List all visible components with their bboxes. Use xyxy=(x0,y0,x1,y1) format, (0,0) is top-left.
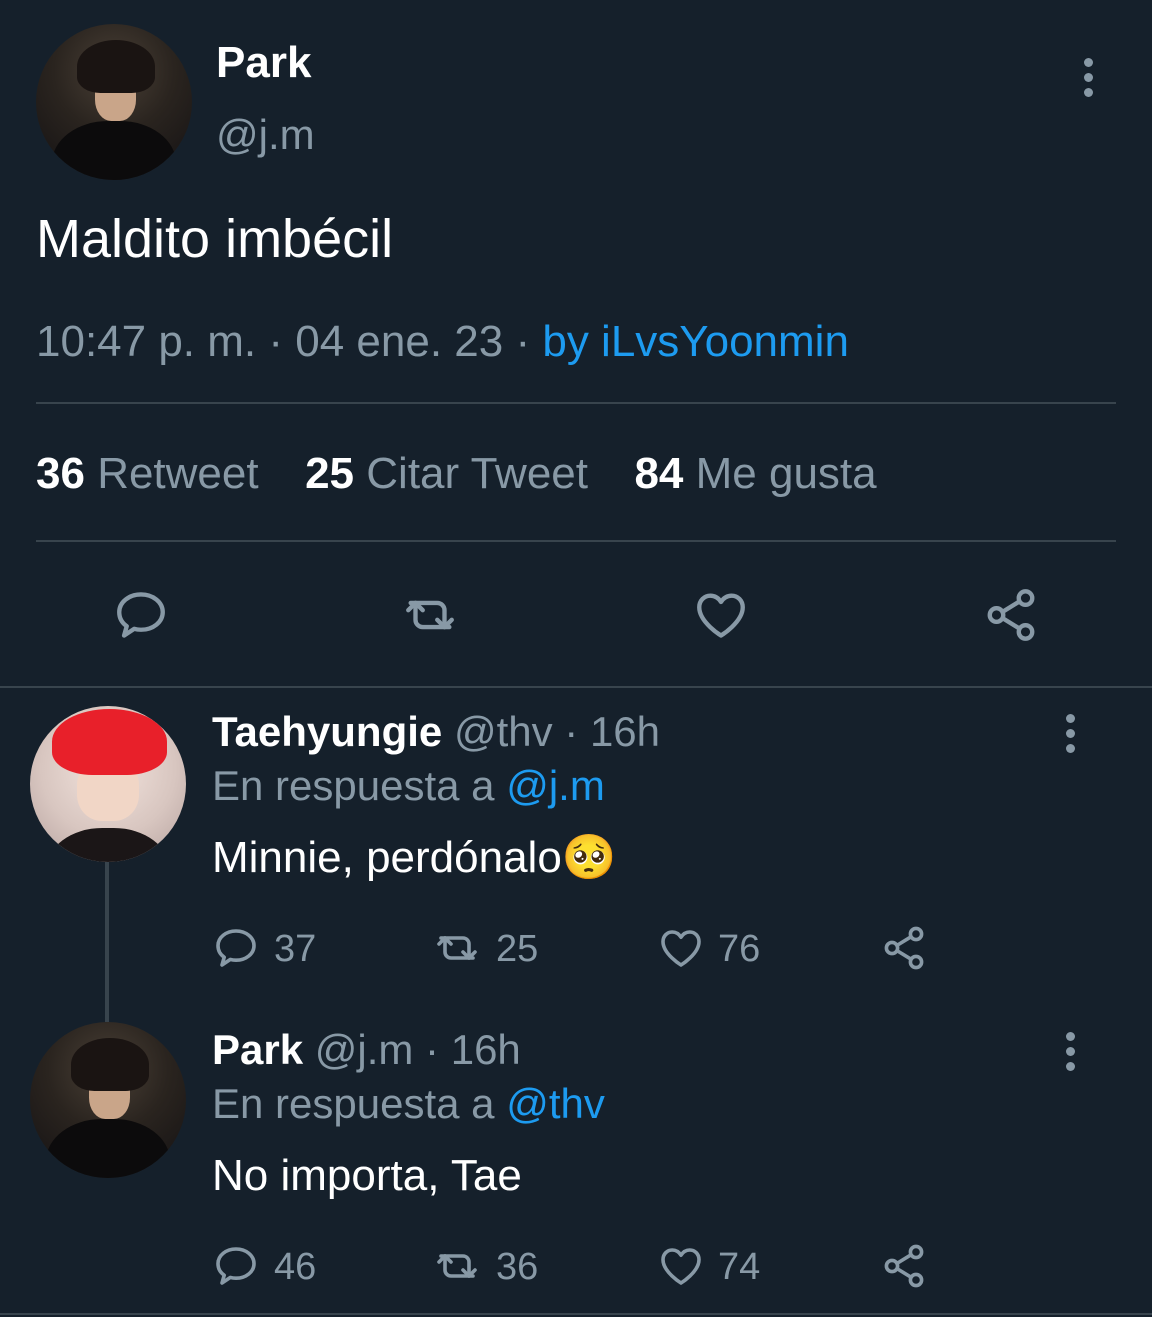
reply-count: 46 xyxy=(274,1246,317,1288)
divider xyxy=(36,540,1116,542)
separator: · xyxy=(268,317,284,366)
more-options-icon[interactable] xyxy=(1084,58,1094,103)
display-name[interactable]: Taehyungie xyxy=(212,708,442,755)
quotes-label: Citar Tweet xyxy=(366,449,588,498)
separator: · xyxy=(425,1026,440,1073)
reply-text: No importa, Tae xyxy=(212,1151,522,1200)
display-name[interactable]: Park xyxy=(212,1026,303,1073)
likes-count: 84 xyxy=(634,449,684,498)
retweets-count: 36 xyxy=(36,449,85,498)
tweet-text: Maldito imbécil xyxy=(36,209,394,269)
separator: · xyxy=(515,317,531,366)
more-options-icon[interactable] xyxy=(1066,1032,1076,1077)
reply-text: Minnie, perdónalo🥺 xyxy=(212,830,617,886)
reply-text-body: Minnie, perdónalo xyxy=(212,833,562,882)
like-count: 74 xyxy=(718,1246,761,1288)
pleading-face-emoji: 🥺 xyxy=(561,833,617,882)
like-icon[interactable] xyxy=(656,924,706,972)
divider xyxy=(0,686,1152,688)
source-link[interactable]: by iLvsYoonmin xyxy=(542,317,849,366)
reply-prefix: En respuesta a xyxy=(212,1080,495,1127)
timestamp[interactable]: 16h xyxy=(451,1026,521,1073)
timestamp[interactable]: 16h xyxy=(590,708,660,755)
quotes-count: 25 xyxy=(305,449,355,498)
handle[interactable]: @j.m xyxy=(315,1026,414,1073)
retweets-stat[interactable]: 36 Retweet xyxy=(36,449,271,498)
tweet-stats: 36 Retweet 25 Citar Tweet 84 Me gusta xyxy=(36,446,877,502)
reply-count: 37 xyxy=(274,928,317,970)
like-icon[interactable] xyxy=(656,1242,706,1290)
reply-context: En respuesta a @thv xyxy=(212,1078,605,1130)
share-icon[interactable] xyxy=(880,924,928,972)
reply-icon[interactable] xyxy=(112,586,170,644)
reply-icon[interactable] xyxy=(212,1242,260,1290)
share-icon[interactable] xyxy=(982,586,1040,644)
retweet-icon[interactable] xyxy=(430,1242,484,1290)
display-name[interactable]: Park xyxy=(216,38,311,88)
retweets-label: Retweet xyxy=(97,449,259,498)
tweet-time: 10:47 p. m. xyxy=(36,317,257,366)
avatar[interactable] xyxy=(30,706,186,862)
divider xyxy=(36,402,1116,404)
reply-icon[interactable] xyxy=(212,924,260,972)
divider xyxy=(0,1313,1152,1315)
handle[interactable]: @thv xyxy=(454,708,553,755)
reply-to-link[interactable]: @j.m xyxy=(506,762,605,809)
avatar[interactable] xyxy=(36,24,192,180)
share-icon[interactable] xyxy=(880,1242,928,1290)
reply-context: En respuesta a @j.m xyxy=(212,760,605,812)
like-count: 76 xyxy=(718,928,761,970)
like-icon[interactable] xyxy=(692,586,750,644)
thread-line xyxy=(105,862,109,1022)
retweet-count: 25 xyxy=(496,928,539,970)
tweet-date: 04 ene. 23 xyxy=(295,317,504,366)
quotes-stat[interactable]: 25 Citar Tweet xyxy=(305,449,600,498)
reply-prefix: En respuesta a xyxy=(212,762,495,809)
tweet-meta: 10:47 p. m. · 04 ene. 23 · by iLvsYoonmi… xyxy=(36,314,849,370)
retweet-count: 36 xyxy=(496,1246,539,1288)
likes-stat[interactable]: 84 Me gusta xyxy=(634,449,876,498)
handle[interactable]: @j.m xyxy=(216,110,315,160)
reply-header: Taehyungie @thv · 16h xyxy=(212,706,660,758)
separator: · xyxy=(564,708,579,755)
reply-header: Park @j.m · 16h xyxy=(212,1024,521,1076)
retweet-icon[interactable] xyxy=(398,586,462,644)
retweet-icon[interactable] xyxy=(430,924,484,972)
more-options-icon[interactable] xyxy=(1066,714,1076,759)
likes-label: Me gusta xyxy=(695,449,877,498)
avatar[interactable] xyxy=(30,1022,186,1178)
reply-to-link[interactable]: @thv xyxy=(506,1080,605,1127)
